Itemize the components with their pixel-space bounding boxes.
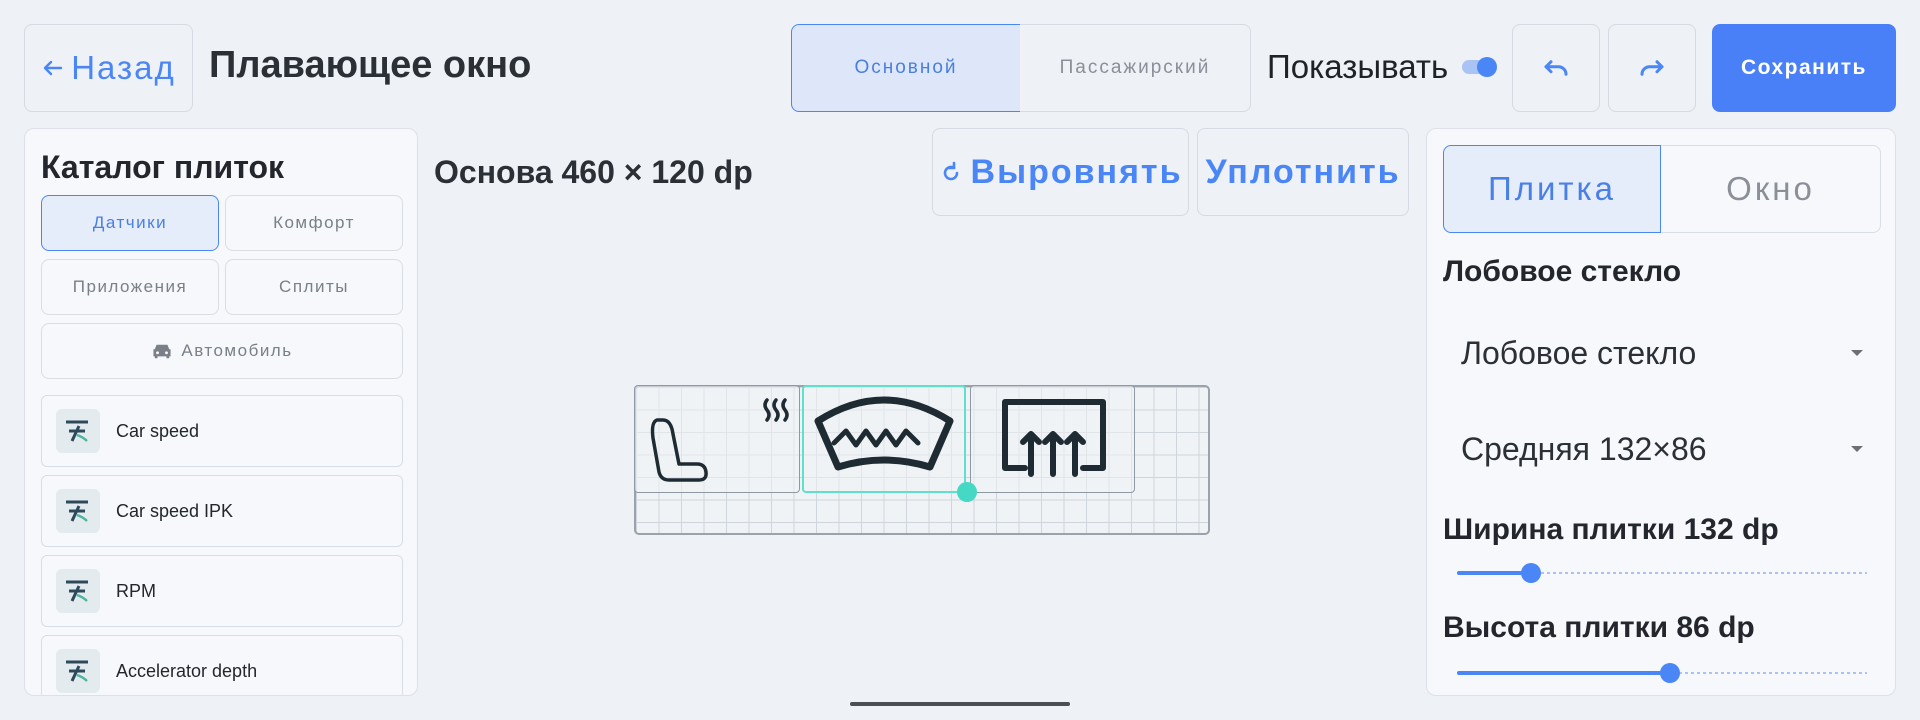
category-label: Автомобиль <box>181 341 293 360</box>
slider-thumb[interactable] <box>1520 563 1541 583</box>
tile-name-heading: Лобовое стекло <box>1443 255 1682 288</box>
back-button-label: Назад <box>71 49 176 86</box>
redo-button[interactable] <box>1608 24 1696 112</box>
tab-tile[interactable]: Плитка <box>1443 145 1661 233</box>
list-item[interactable]: RPM <box>41 555 403 627</box>
slider-fill <box>1457 671 1671 675</box>
tile-type-value: Лобовое стекло <box>1461 334 1697 371</box>
home-indicator <box>850 702 1070 706</box>
car-icon <box>153 344 171 359</box>
category-label: Датчики <box>92 213 168 232</box>
arrow-left-icon <box>44 60 63 76</box>
show-toggle[interactable] <box>1462 57 1497 77</box>
list-item[interactable]: Car speed IPK <box>41 475 403 547</box>
height-label: Высота плитки 86 dp <box>1443 611 1755 644</box>
width-label: Ширина плитки 132 dp <box>1443 513 1779 546</box>
tile-size-select[interactable]: Средняя 132×86 <box>1443 409 1881 489</box>
dropdown-caret-icon <box>1851 350 1863 356</box>
properties-panel: Плитка Окно Лобовое стекло Лобовое стекл… <box>1426 128 1896 696</box>
align-button-label: Выровнять <box>970 152 1183 191</box>
gauge-icon <box>56 569 100 613</box>
category-comfort[interactable]: Комфорт <box>225 195 403 251</box>
category-label: Сплиты <box>279 277 349 296</box>
align-button[interactable]: Выровнять <box>932 128 1189 216</box>
category-sensors[interactable]: Датчики <box>41 195 219 251</box>
tile-catalog-panel: Каталог плиток Датчики Комфорт Приложени… <box>24 128 418 696</box>
tile-size-value: Средняя 132×86 <box>1461 430 1707 467</box>
width-slider[interactable] <box>1457 561 1867 585</box>
gauge-icon <box>56 649 100 693</box>
height-slider[interactable] <box>1457 661 1867 685</box>
item-label: Car speed <box>116 420 200 441</box>
list-item[interactable]: Accelerator depth <box>41 635 403 695</box>
slider-fill <box>1457 571 1531 575</box>
segment-main[interactable]: Основной <box>791 24 1021 112</box>
slider-thumb[interactable] <box>1660 663 1681 683</box>
resize-handle[interactable] <box>957 482 977 502</box>
category-splits[interactable]: Сплиты <box>225 259 403 315</box>
undo-button[interactable] <box>1512 24 1600 112</box>
canvas-title: Основа 460 × 120 dp <box>434 154 753 190</box>
dropdown-caret-icon <box>1851 446 1863 452</box>
list-item[interactable]: Car speed <box>41 395 403 467</box>
show-label: Показывать <box>1267 48 1449 85</box>
seat-heating-icon <box>650 398 789 482</box>
category-label: Приложения <box>72 277 188 296</box>
windshield-defrost-icon <box>814 396 954 471</box>
toggle-knob <box>1477 57 1497 77</box>
refresh-icon <box>943 161 958 181</box>
catalog-title: Каталог плиток <box>41 149 284 185</box>
tile-windshield[interactable] <box>802 385 966 493</box>
category-car[interactable]: Автомобиль <box>41 323 403 379</box>
gauge-icon <box>56 409 100 453</box>
item-label: Accelerator depth <box>116 660 258 681</box>
save-button[interactable]: Сохранить <box>1712 24 1896 112</box>
compact-button[interactable]: Уплотнить <box>1197 128 1409 216</box>
item-label: RPM <box>116 580 156 601</box>
tile-type-select[interactable]: Лобовое стекло <box>1443 313 1881 393</box>
rear-window-defrost-icon <box>1002 399 1106 477</box>
undo-icon <box>1544 60 1568 76</box>
redo-icon <box>1640 60 1664 76</box>
tile-rear-defrost[interactable] <box>970 385 1135 493</box>
segment-passenger[interactable]: Пассажирский <box>1020 24 1251 112</box>
page-title: Плавающее окно <box>209 44 532 86</box>
category-apps[interactable]: Приложения <box>41 259 219 315</box>
tile-seat-heating[interactable] <box>634 385 800 493</box>
category-label: Комфорт <box>273 213 355 232</box>
item-label: Car speed IPK <box>116 500 234 521</box>
tab-window[interactable]: Окно <box>1661 145 1881 233</box>
gauge-icon <box>56 489 100 533</box>
back-button[interactable]: Назад <box>24 24 193 112</box>
